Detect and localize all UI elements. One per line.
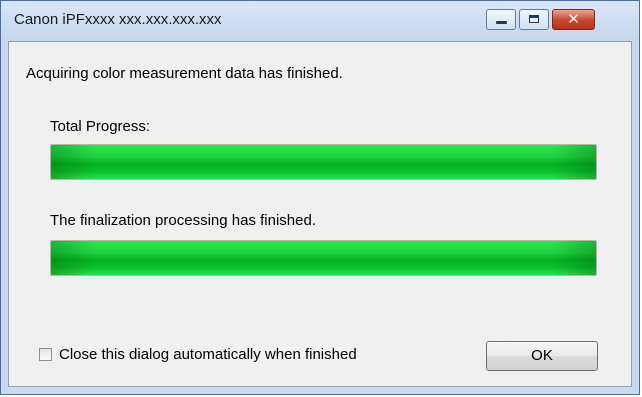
window-title: Canon iPFxxxx xxx.xxx.xxx.xxx [14,11,222,28]
title-bar[interactable]: Canon iPFxxxx xxx.xxx.xxx.xxx ✕ [1,1,639,41]
ok-button[interactable]: OK [486,341,598,371]
close-icon: ✕ [567,10,580,28]
status-message: Acquiring color measurement data has fin… [26,65,343,82]
total-progress-bar [50,144,597,180]
maximize-button[interactable] [519,9,549,30]
finalization-progress-bar [50,240,597,276]
auto-close-checkbox[interactable] [39,348,52,361]
minimize-icon [496,21,507,24]
minimize-button[interactable] [486,9,516,30]
auto-close-checkbox-label[interactable]: Close this dialog automatically when fin… [59,346,357,363]
total-progress-label: Total Progress: [50,118,151,135]
finalization-progress-fill [51,241,596,275]
maximize-icon [529,15,539,23]
total-progress-fill [51,145,596,179]
close-button[interactable]: ✕ [552,9,595,30]
finalization-label: The finalization processing has finished… [50,212,316,229]
dialog-window: Canon iPFxxxx xxx.xxx.xxx.xxx ✕ [0,0,640,395]
